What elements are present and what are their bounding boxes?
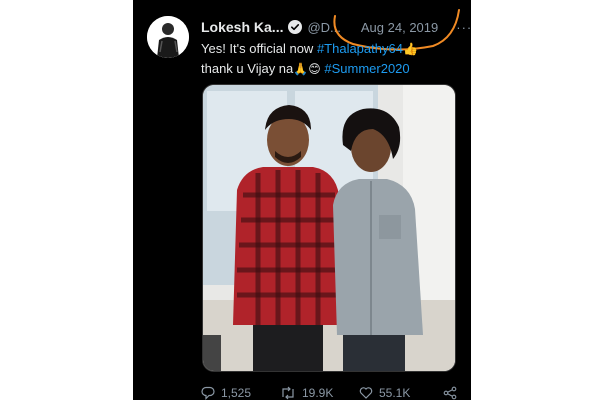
tweet-actions: 1,525 19.9K 55.1K xyxy=(201,385,463,400)
like-button[interactable]: 55.1K xyxy=(359,386,443,400)
retweet-count: 19.9K xyxy=(302,386,334,400)
author-avatar[interactable] xyxy=(147,16,189,58)
tweet-body: Yes! It's official now #Thalapathy64👍 th… xyxy=(201,39,463,79)
reply-button[interactable]: 1,525 xyxy=(201,386,280,400)
reply-count: 1,525 xyxy=(221,386,252,400)
hashtag-link[interactable]: #Thalapathy64 xyxy=(317,41,403,56)
tweet-text-line2: thank u Vijay na xyxy=(201,61,294,76)
tweet-photo[interactable] xyxy=(202,84,456,372)
like-count: 55.1K xyxy=(379,386,411,400)
reply-icon xyxy=(201,386,215,400)
tweet-timestamp[interactable]: Aug 24, 2019 xyxy=(361,20,438,35)
author-name[interactable]: Lokesh Ka... xyxy=(201,19,283,35)
tweet-text-line1: Yes! It's official now xyxy=(201,41,317,56)
hashtag-link[interactable]: #Summer2020 xyxy=(324,61,409,76)
avatar-photo xyxy=(147,16,189,58)
retweet-button[interactable]: 19.9K xyxy=(280,386,359,400)
retweet-icon xyxy=(282,386,294,400)
author-handle[interactable]: @D... xyxy=(307,20,340,35)
heart-icon xyxy=(359,387,373,399)
tweet-header: Lokesh Ka... @D... Aug 24, 2019 ··· xyxy=(201,17,471,37)
more-options-icon[interactable]: ··· xyxy=(456,20,471,35)
share-button[interactable] xyxy=(443,386,463,400)
pray-smile-emoji: 🙏😊 xyxy=(293,62,321,76)
tweet-card[interactable]: Lokesh Ka... @D... Aug 24, 2019 ··· Yes!… xyxy=(133,0,471,400)
share-icon xyxy=(443,386,457,400)
photo-image xyxy=(203,85,455,371)
verified-badge-icon xyxy=(288,20,303,34)
thumbs-up-emoji: 👍 xyxy=(402,42,418,56)
